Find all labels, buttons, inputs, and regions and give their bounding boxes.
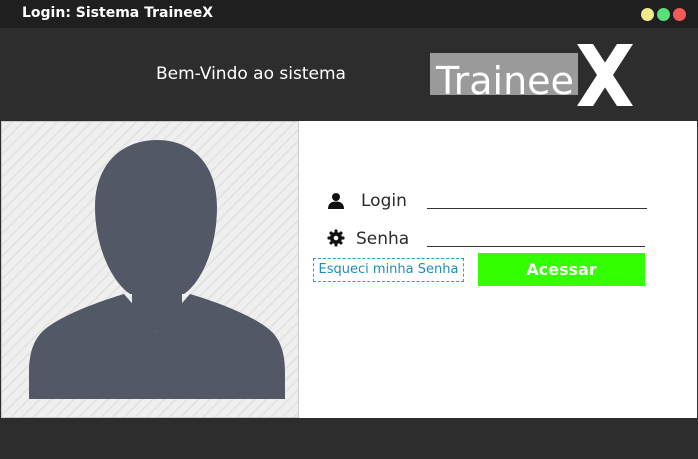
user-avatar-placeholder-icon — [29, 140, 285, 399]
access-button[interactable]: Acessar — [478, 253, 645, 286]
footer-bar — [0, 418, 698, 459]
close-button[interactable] — [673, 8, 686, 21]
forgot-password-link[interactable]: Esqueci minha Senha — [313, 258, 464, 282]
logo-text: Trainee — [436, 59, 574, 103]
minimize-button[interactable] — [641, 8, 654, 21]
maximize-button[interactable] — [657, 8, 670, 21]
header: Bem-Vindo ao sistema Trainee — [0, 28, 698, 121]
login-field[interactable] — [427, 187, 647, 209]
window-title: Login: Sistema TraineeX — [22, 5, 214, 21]
title-bar[interactable]: Login: Sistema TraineeX — [0, 0, 698, 28]
user-icon — [328, 193, 344, 209]
main-content: Login Senha Esqueci minha Senha Acessar — [1, 121, 697, 418]
login-form: Login Senha Esqueci minha Senha Acessar — [299, 121, 697, 418]
logo-x-mark — [577, 44, 633, 106]
welcome-text: Bem-Vindo ao sistema — [156, 64, 346, 84]
logo-box: Trainee — [430, 53, 578, 103]
login-window: Login: Sistema TraineeX Bem-Vindo ao sis… — [0, 0, 698, 459]
login-label: Login — [361, 191, 407, 211]
gear-icon — [327, 229, 345, 247]
password-label: Senha — [356, 229, 410, 249]
password-field[interactable] — [427, 225, 645, 247]
avatar-panel — [1, 121, 299, 418]
traineex-logo: Trainee — [430, 44, 635, 106]
